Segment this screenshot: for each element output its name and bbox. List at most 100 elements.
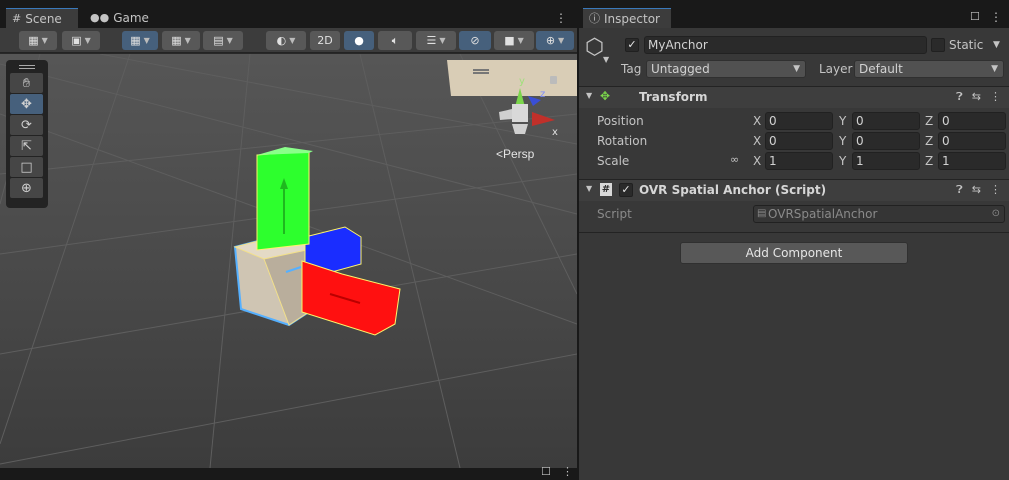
palette-grip[interactable] <box>19 65 35 66</box>
effects-dropdown[interactable]: ☰ ▼ <box>416 31 456 50</box>
info-icon: ⓘ <box>589 11 600 25</box>
gizmos-dropdown[interactable]: ⊕ ▼ <box>536 31 574 50</box>
gameobject-cube-icon[interactable]: ⬡ <box>585 37 604 59</box>
component-menu-icon[interactable]: ⋮ <box>990 90 1001 104</box>
hand-icon: ✋︎ <box>22 75 31 91</box>
rotation-x-field[interactable]: 0 <box>765 132 833 150</box>
grid-visibility-dropdown[interactable]: ▦ ▼ <box>162 31 200 50</box>
bottom-panel-tabbar: ☐ ⋮ <box>0 465 577 480</box>
tab-scene[interactable]: # Scene <box>6 8 78 28</box>
gizmo-x-label: x <box>552 127 558 138</box>
tag-value: Untagged <box>651 62 710 76</box>
transform-tool[interactable]: ⊕ <box>10 178 43 198</box>
rect-tool[interactable]: □ <box>10 157 43 177</box>
cube-icon: ▣ <box>71 34 82 47</box>
icon-dropdown-arrow[interactable]: ▼ <box>603 55 609 64</box>
position-y-field[interactable]: 0 <box>852 112 920 130</box>
constrain-proportions-icon[interactable]: ∞ <box>730 153 739 166</box>
foldout-arrow-icon[interactable]: ▼ <box>586 91 592 100</box>
preset-icon[interactable]: ⇆ <box>972 90 981 104</box>
transform-header[interactable]: ▼ ✥ Transform ❓︎ ⇆ ⋮ <box>579 86 1009 108</box>
tag-dropdown[interactable]: Untagged ▼ <box>646 60 806 78</box>
script-file-icon: ▤ <box>757 208 767 219</box>
axis-x-label[interactable]: X <box>753 154 761 168</box>
scene-visibility-toggle[interactable]: ⊘ <box>459 31 491 50</box>
component-enabled-checkbox[interactable]: ✓ <box>619 183 633 197</box>
scene-viewport[interactable]: y z x <Persp <box>0 54 577 468</box>
more-options-icon[interactable]: ⋮ <box>555 11 567 25</box>
scene-toolbar: ▦ ▼ ▣ ▼ ▦ ▼ ▦ ▼ ▤ ▼ ◐ ▼ 2D ● 🔈︎ ☰ ▼ ⊘ ■ ▼ ⊕ ▼ <box>0 28 577 53</box>
grid-snapping-toggle[interactable]: ▦ ▼ <box>122 31 158 50</box>
axis-z-label[interactable]: Z <box>925 114 933 128</box>
render-mode-dropdown[interactable]: ▣ ▼ <box>62 31 100 50</box>
position-z-field[interactable]: 0 <box>938 112 1006 130</box>
object-picker-icon[interactable]: ⊙ <box>992 206 1000 222</box>
hand-tool[interactable]: ✋︎ <box>10 73 43 93</box>
component-separator <box>579 232 1009 233</box>
scale-icon: ⇱ <box>21 138 32 154</box>
script-object-field: ▤ OVRSpatialAnchor ⊙ <box>753 205 1005 223</box>
tab-scene-label: Scene <box>25 11 62 26</box>
toggle-2d-button[interactable]: 2D <box>310 31 340 50</box>
eye-hidden-icon: ⊘ <box>470 34 480 47</box>
rotation-y-field[interactable]: 0 <box>852 132 920 150</box>
ruler-icon: ▤ <box>213 34 224 47</box>
rotate-tool[interactable]: ⟳ <box>10 115 43 135</box>
layer-dropdown[interactable]: Default ▼ <box>854 60 1004 78</box>
static-dropdown-arrow[interactable]: ▼ <box>993 40 1000 50</box>
axis-x-label[interactable]: X <box>753 114 761 128</box>
layers-icon: ☰ <box>426 34 437 47</box>
rotation-label: Rotation <box>597 134 648 148</box>
help-icon[interactable]: ❓︎ <box>956 90 963 104</box>
draw-mode-dropdown[interactable]: ▦ ▼ <box>19 31 57 50</box>
rotation-z-field[interactable]: 0 <box>938 132 1006 150</box>
component-menu-icon[interactable]: ⋮ <box>990 183 1001 197</box>
lock-icon[interactable]: ☐ <box>541 465 551 478</box>
help-icon[interactable]: ❓︎ <box>956 183 963 197</box>
persp-label[interactable]: <Persp <box>496 147 535 161</box>
add-component-button[interactable]: Add Component <box>680 242 908 264</box>
lighting-toggle[interactable]: ● <box>344 31 374 50</box>
axis-y-label[interactable]: Y <box>839 114 846 128</box>
grid-snap-icon: ▦ <box>130 34 141 47</box>
shading-mode-dropdown[interactable]: ◐ ▼ <box>266 31 306 50</box>
object-name-field[interactable]: MyAnchor <box>644 36 927 54</box>
active-checkbox[interactable]: ✓ <box>625 38 639 52</box>
axis-y-label[interactable]: Y <box>839 134 846 148</box>
shaded-mode-icon: ▦ <box>28 34 39 47</box>
increment-snap-dropdown[interactable]: ▤ ▼ <box>203 31 243 50</box>
transform-icon: ✥ <box>600 89 611 103</box>
camera-dropdown[interactable]: ■ ▼ <box>494 31 534 50</box>
lock-icon[interactable]: ☐ <box>970 10 980 23</box>
scale-z-field[interactable]: 1 <box>938 152 1006 170</box>
script-component-header[interactable]: ▼ # ✓ OVR Spatial Anchor (Script) ❓︎ ⇆ ⋮ <box>579 179 1009 201</box>
chevron-down-icon: ▼ <box>991 64 998 74</box>
scale-y-field[interactable]: 1 <box>852 152 920 170</box>
scene-canvas: y z x <Persp <box>0 54 577 468</box>
tab-game-label: Game <box>113 11 149 25</box>
axis-y-label[interactable]: Y <box>839 154 846 168</box>
more-options-icon[interactable]: ⋮ <box>990 10 1002 24</box>
audio-toggle[interactable]: 🔈︎ <box>378 31 412 50</box>
tab-inspector-label: Inspector <box>604 11 660 26</box>
axis-x-label[interactable]: X <box>753 134 761 148</box>
scale-x-field[interactable]: 1 <box>765 152 833 170</box>
script-icon: # <box>600 183 612 196</box>
axis-z-label[interactable]: Z <box>925 134 933 148</box>
tab-game[interactable]: ●● Game <box>84 8 154 28</box>
tab-inspector[interactable]: ⓘ Inspector <box>583 8 671 28</box>
more-options-icon[interactable]: ⋮ <box>562 465 573 478</box>
transform-title: Transform <box>639 90 708 104</box>
globe-icon: ⊕ <box>545 34 556 47</box>
preset-icon[interactable]: ⇆ <box>972 183 981 197</box>
foldout-arrow-icon[interactable]: ▼ <box>586 184 592 193</box>
static-checkbox[interactable] <box>931 38 945 52</box>
grid-icon: ▦ <box>171 34 182 47</box>
axis-z-label[interactable]: Z <box>925 154 933 168</box>
move-tool[interactable]: ✥ <box>10 94 43 114</box>
scale-tool[interactable]: ⇱ <box>10 136 43 156</box>
sphere-icon: ◐ <box>276 34 287 47</box>
editor-top-strip <box>0 0 1009 8</box>
position-x-field[interactable]: 0 <box>765 112 833 130</box>
gamepad-icon: ●● <box>90 11 110 24</box>
